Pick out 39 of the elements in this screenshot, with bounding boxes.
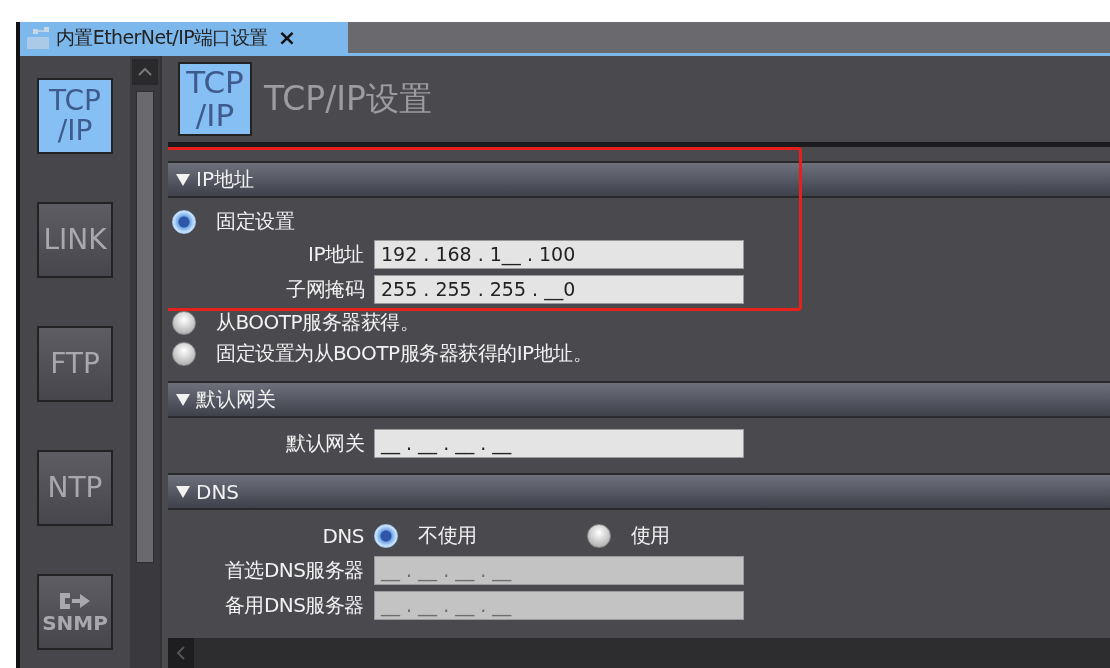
input-field[interactable]: __ . __ . __ . __ bbox=[374, 429, 744, 458]
section-header[interactable]: DNS bbox=[168, 473, 1110, 510]
scrollbar[interactable] bbox=[168, 638, 1110, 668]
sidebar-item[interactable]: LINK bbox=[37, 202, 113, 278]
close-button[interactable]: × bbox=[277, 25, 297, 50]
option-label: 使用 bbox=[630, 522, 670, 549]
sidebar-item[interactable]: FTP bbox=[37, 326, 113, 402]
option-label: 不使用 bbox=[418, 522, 477, 549]
radio-button[interactable] bbox=[586, 523, 611, 548]
field-label: 子网掩码 bbox=[285, 276, 365, 303]
chevron-up-icon bbox=[137, 67, 153, 77]
scrollbar[interactable] bbox=[130, 56, 160, 668]
page-title: TCP/IP设置 bbox=[264, 77, 432, 120]
radio-button[interactable] bbox=[374, 523, 398, 548]
field-label: 备用DNS服务器 bbox=[223, 592, 365, 619]
field-label: 首选DNS服务器 bbox=[223, 557, 365, 584]
network-icon bbox=[26, 25, 52, 50]
option-label: 固定设置 bbox=[216, 208, 294, 235]
input-field[interactable]: 255 . 255 . 255 . __0 bbox=[374, 275, 744, 304]
radio-button[interactable] bbox=[172, 209, 196, 234]
chevron-left-icon bbox=[176, 645, 186, 661]
field-label: IP地址 bbox=[307, 241, 365, 268]
sidebar-item[interactable]: NTP bbox=[37, 450, 113, 526]
sidebar-item[interactable]: TCP /IP bbox=[37, 78, 113, 154]
tcp-ip-logo: TCP /IP bbox=[178, 62, 252, 136]
section-header[interactable]: 默认网关 bbox=[168, 381, 1110, 418]
section-header[interactable]: IP地址 bbox=[168, 161, 1110, 198]
option-label: 固定设置为从BOOTP服务器获得的IP地址。 bbox=[216, 340, 593, 367]
tab[interactable]: 内置EtherNet/IP端口设置 × bbox=[20, 22, 348, 53]
radio-button[interactable] bbox=[172, 310, 196, 335]
arrow-icon bbox=[58, 590, 92, 612]
sidebar-item[interactable]: SNMP bbox=[37, 574, 113, 650]
radio-button[interactable] bbox=[172, 341, 196, 366]
field-label: 默认网关 bbox=[285, 430, 365, 457]
scroll-up-button[interactable] bbox=[132, 59, 158, 85]
field-label: DNS bbox=[321, 523, 365, 548]
scroll-thumb[interactable] bbox=[136, 91, 154, 563]
input-field[interactable]: 192 . 168 . 1__ . 100 bbox=[374, 240, 744, 269]
option-label: 从BOOTP服务器获得。 bbox=[216, 309, 420, 336]
